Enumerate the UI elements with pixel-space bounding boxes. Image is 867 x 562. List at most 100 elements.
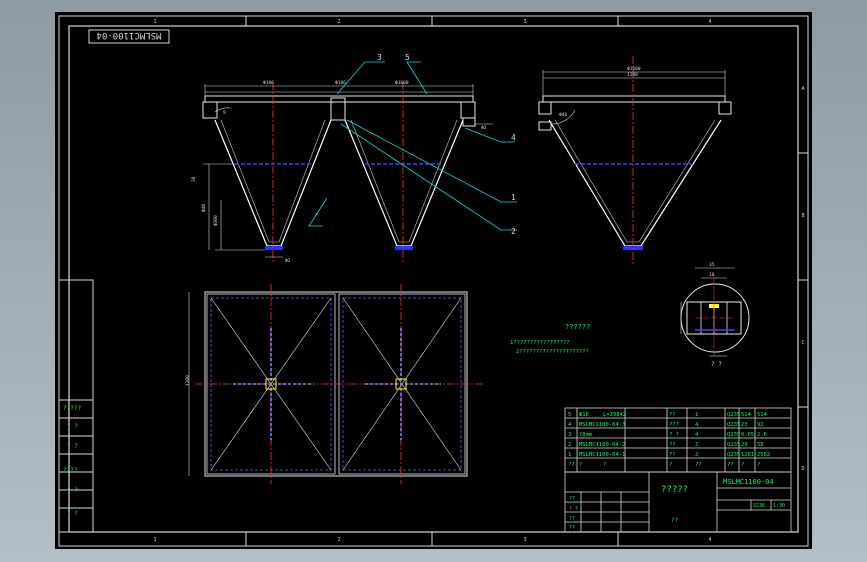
title-org: ?? [671,517,679,524]
dim-2: Ф1600 [395,80,409,86]
grid-right-b: B [801,213,804,219]
bom-cell: ?? [669,442,676,448]
dim-6: Ф2 [285,258,291,264]
dim-1: Ф186 [263,80,274,86]
bom-cell: 1 [695,412,698,418]
bom-cell: 4 [568,422,572,428]
bom-header-cell: ? [757,462,760,468]
top-view: 1200 [185,284,483,484]
tech-req-title: ?????? [565,323,590,331]
side-row-6: ? ? [67,510,78,517]
tech-req-line-2: 2????????????????????? [516,349,589,355]
bom-cell: Q235 [727,442,740,448]
bom-cell: 1281 [741,452,754,458]
code-stamp: MSLMC1100-04 [88,29,170,44]
bom-header-cell: ? [741,462,744,468]
dim-4: Ф2 [481,125,487,131]
front-view: Ф186 Ф1600 Ф186 Ф2 9 Ф2 38 Ф40 Ф300 [191,80,493,264]
bom-cell: MSLMC1100-04-3 [579,422,625,428]
bom-header-cell: ? [603,462,606,468]
bom-header-cell: ? [579,462,582,468]
bom-header-cell: ?? [695,462,702,468]
grid-right-a: A [801,86,804,92]
leader-label-4: 4 [511,133,516,142]
side-view: Ф1600 1200 Ф40 [538,56,732,264]
grid-bottom-1: 1 [153,537,156,543]
detail-dim-a: 35 [709,262,715,268]
grid-bottom-2: 2 [337,537,340,543]
title-scale: 1:30 [773,503,785,509]
detail-dim-b: 18 [709,272,715,278]
title-small-d: ?? [569,525,575,531]
dim-7: 38 [191,176,197,182]
grid-top-4: 4 [708,19,711,25]
code-stamp-text: MSLMC1100-04 [96,30,161,40]
grid-bottom-4: 4 [708,537,711,543]
drawing-canvas[interactable]: 1 2 3 4 1 2 3 4 A B C D MSLMC1100-04 ???… [55,12,812,549]
bom-cell: 58 [757,442,764,448]
dim-9: Ф300 [213,215,219,226]
leader-lines [308,61,517,231]
bom-cell: ?? [669,412,676,418]
bom-cell: 4 [695,432,699,438]
cad-viewport[interactable]: 1 2 3 4 1 2 3 4 A B C D MSLMC1100-04 ???… [0,0,867,562]
section-marker: > [315,212,318,218]
leader-label-2: 2 [511,227,516,236]
leader-label-3: 3 [377,53,382,62]
title-small-a: ?? [569,496,575,502]
bom-cell: Q235 [727,452,740,458]
side-row-1: ????? [63,405,81,412]
bom-cell: 3 [568,432,571,438]
bom-cell: 514 [757,412,768,418]
grid-top-2: 2 [337,19,340,25]
bom-cell: 23 [741,422,748,428]
grid-right-c: C [801,340,804,346]
bom-cell: 1 [568,452,571,458]
bom-cell: 92 [757,422,764,428]
grid-bottom-3: 3 [523,537,526,543]
bom-header-cell: ?? [727,462,734,468]
dim-8: Ф40 [201,204,207,212]
dim-5: 9 [223,110,226,116]
bom-cell: 0.65 [741,432,754,438]
side-row-4: ???? [63,467,78,474]
side-row-3: ? ? [67,443,78,450]
title-weight: 3236 [753,503,765,509]
bom-cell: Ф16 [579,412,589,418]
dim-11: 1200 [627,72,638,78]
tech-req-line-1: 1????????????????? [510,340,570,346]
bom-cell: MSLMC1100-04-1 [579,452,625,458]
grid-top-3: 3 [523,19,526,25]
bom-cell: 2 [568,442,571,448]
bom-cell: 29 [741,442,748,448]
bom-cell: 514 [741,412,752,418]
bom-header-cell: ?? [568,462,575,468]
bom-cell: 5 [568,412,571,418]
drawing-sheet: 1 2 3 4 1 2 3 4 A B C D MSLMC1100-04 ???… [58,15,809,547]
dim-12: Ф40 [559,112,567,118]
bom-cell: 2 [695,442,698,448]
bom-cell: Q235 [727,422,740,428]
bom-cell: 2562 [757,452,770,458]
bom-cell: Q235 [727,432,740,438]
title-drawing-no: MSLMC1100-04 [723,478,774,486]
grid-right-d: D [801,466,804,472]
bom-cell: ?8mm [579,432,593,438]
bom-header-cell: ? [669,462,672,468]
side-row-5: ? ? [67,487,78,494]
detail-view: 35 18 ? ? [680,262,750,368]
bom-cell: 2 [695,452,698,458]
bom-cell: 2.6 [757,432,767,438]
bom-cell: L=29842 [603,412,626,418]
detail-label: ? ? [711,361,722,368]
bom-cell: 4 [695,422,699,428]
bom-cell: MSLMC1100-04-2 [579,442,625,448]
bom-cell: ??? [669,422,679,428]
grid-top-1: 1 [153,19,156,25]
leader-label-1: 1 [511,193,516,202]
dim-top-view: 1200 [185,375,191,386]
title-small-c: ?? [569,516,575,522]
bom-cell: ?? [669,452,676,458]
side-row-2: ? ? [67,423,78,430]
bom-cell: ? ? [669,432,679,438]
